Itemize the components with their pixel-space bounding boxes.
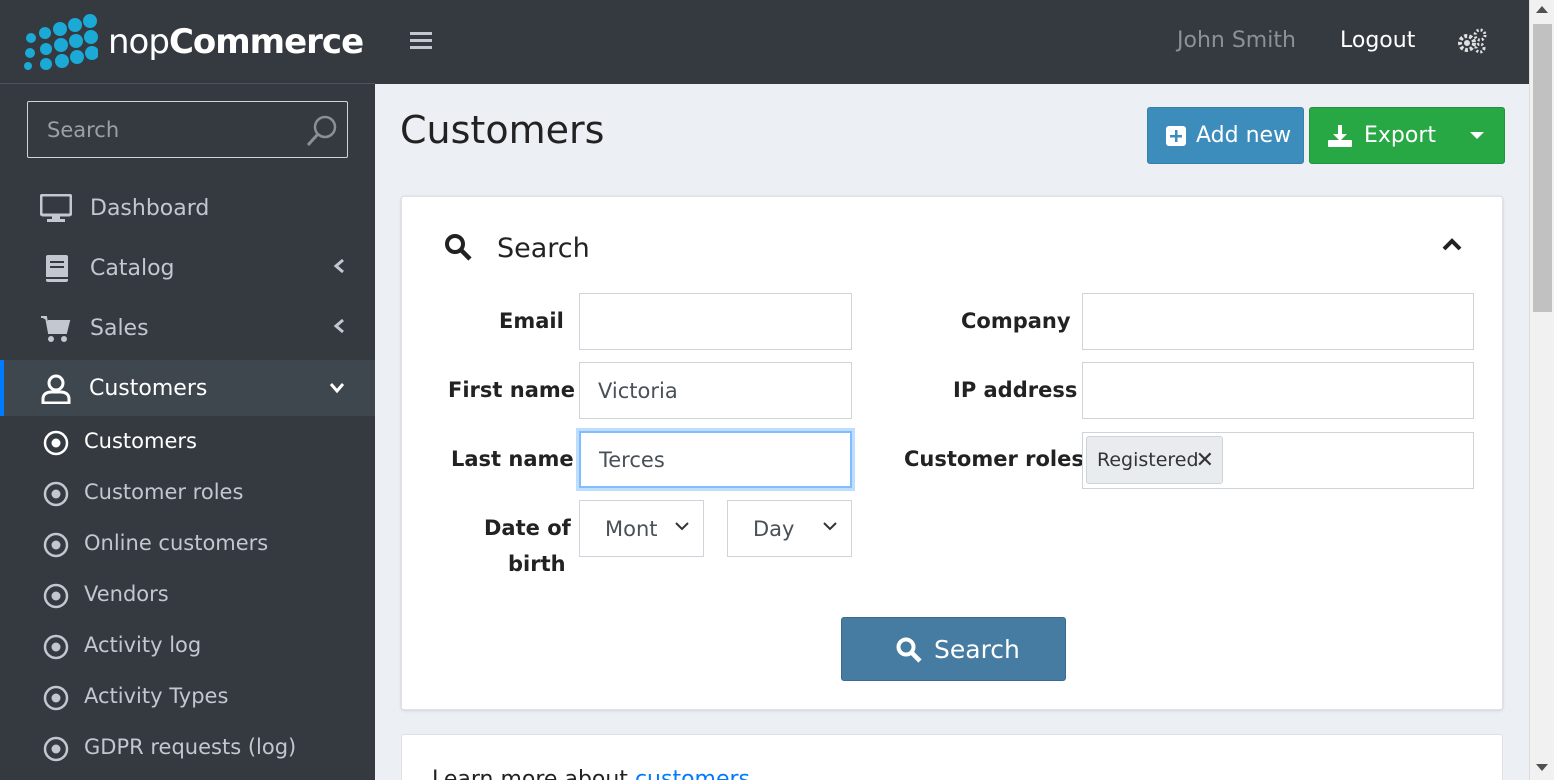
dot-circle-icon [43,736,69,762]
submenu-item-label: Activity log [84,633,202,657]
role-tag: Registered ✕ [1086,436,1223,484]
page-scrollbar[interactable] [1529,0,1554,780]
ip-address-label: IP address [953,378,1078,402]
scroll-thumb[interactable] [1533,24,1552,312]
date-of-birth-label-cont: birth [508,552,566,576]
birth-month-select[interactable]: Mont [579,500,704,557]
export-button[interactable]: Export [1309,107,1505,164]
chevron-down-icon [329,383,345,394]
dot-circle-icon [43,532,69,558]
date-of-birth-label: Date of [484,516,571,540]
search-button-label: Search [934,634,1020,664]
add-new-button[interactable]: Add new [1147,107,1304,164]
sidebar-item-dashboard[interactable]: Dashboard [0,180,375,236]
birth-day-select[interactable]: Day [727,500,852,557]
gears-icon[interactable] [1457,28,1487,54]
dot-circle-icon [43,685,69,711]
chevron-down-icon [823,522,837,531]
birth-month-value: Mont [605,516,658,541]
last-name-label: Last name [451,447,574,471]
submenu-item-label: Customer roles [84,480,244,504]
submenu-item-activity-types[interactable]: Activity Types [0,674,375,722]
current-user-name[interactable]: John Smith [1177,28,1296,53]
first-name-field[interactable] [579,362,852,419]
info-panel: Learn more about customers [401,734,1503,780]
export-dropdown-caret[interactable] [1470,132,1484,139]
submenu-item-label: GDPR requests (log) [84,735,297,759]
sidebar-item-label: Dashboard [90,195,210,221]
hamburger-menu-icon[interactable] [410,30,432,52]
learn-more-text: Learn more about customers [432,767,750,780]
export-label: Export [1364,123,1437,148]
search-icon [445,234,472,261]
search-panel: Search Email First name Last name Date o… [401,196,1503,710]
chevron-left-icon [333,318,344,334]
chevron-left-icon [333,258,344,274]
first-name-label: First name [448,378,575,402]
submenu-item-customers[interactable]: Customers [0,419,375,467]
company-label: Company [961,309,1071,333]
remove-tag-icon[interactable]: ✕ [1196,448,1214,473]
download-icon [1328,124,1352,147]
role-tag-label: Registered [1097,449,1199,471]
submenu-item-online-customers[interactable]: Online customers [0,521,375,569]
logo-dots-icon [24,13,98,70]
sidebar-search-input[interactable] [47,117,297,142]
sidebar: nopCommerce Dashboard Catalog [0,0,375,780]
customer-roles-label: Customer roles [904,447,1084,471]
page-title: Customers [400,108,605,152]
brand-name: nopCommerce [108,21,364,62]
dot-circle-icon [43,634,69,660]
submenu-item-customer-roles[interactable]: Customer roles [0,470,375,518]
company-field[interactable] [1082,293,1474,350]
last-name-field[interactable] [579,431,852,488]
chevron-up-icon[interactable] [1442,237,1462,251]
dot-circle-icon [43,481,69,507]
customer-roles-field[interactable]: Registered ✕ [1082,432,1474,489]
customers-submenu: Customers Customer roles Online customer… [0,419,375,780]
ip-address-field[interactable] [1082,362,1474,419]
monitor-icon [40,194,72,222]
sidebar-item-label: Customers [89,375,208,401]
email-label: Email [499,309,564,333]
dot-circle-icon [43,430,69,456]
sidebar-item-sales[interactable]: Sales [0,300,375,356]
email-field[interactable] [579,293,852,350]
customers-doc-link[interactable]: customers [635,767,750,780]
submenu-item-gdpr-requests[interactable]: GDPR requests (log) [0,725,375,773]
search-icon [896,637,922,663]
submenu-item-label: Activity Types [84,684,229,708]
logout-link[interactable]: Logout [1340,28,1415,53]
cart-icon [41,316,71,342]
book-icon [46,255,68,282]
search-icon[interactable] [305,114,339,148]
sidebar-item-label: Sales [90,315,149,341]
submenu-item-vendors[interactable]: Vendors [0,572,375,620]
submenu-item-label: Vendors [84,582,169,606]
scroll-up-arrow[interactable] [1536,6,1548,13]
dot-circle-icon [43,583,69,609]
birth-day-value: Day [753,516,795,541]
add-new-label: Add new [1196,123,1292,148]
brand-logo[interactable]: nopCommerce [0,0,375,84]
sidebar-item-catalog[interactable]: Catalog [0,240,375,296]
search-button[interactable]: Search [841,617,1066,681]
sidebar-item-label: Catalog [90,255,175,281]
user-icon [41,374,71,404]
search-panel-title: Search [497,233,590,264]
submenu-item-label: Online customers [84,531,269,555]
chevron-down-icon [675,522,689,531]
plus-square-icon [1166,125,1186,146]
top-navbar: John Smith Logout [375,0,1529,84]
submenu-item-label: Customers [84,429,197,453]
sidebar-item-customers[interactable]: Customers [0,360,375,416]
sidebar-search [27,101,348,158]
submenu-item-activity-log[interactable]: Activity log [0,623,375,671]
scroll-down-arrow[interactable] [1536,764,1548,771]
